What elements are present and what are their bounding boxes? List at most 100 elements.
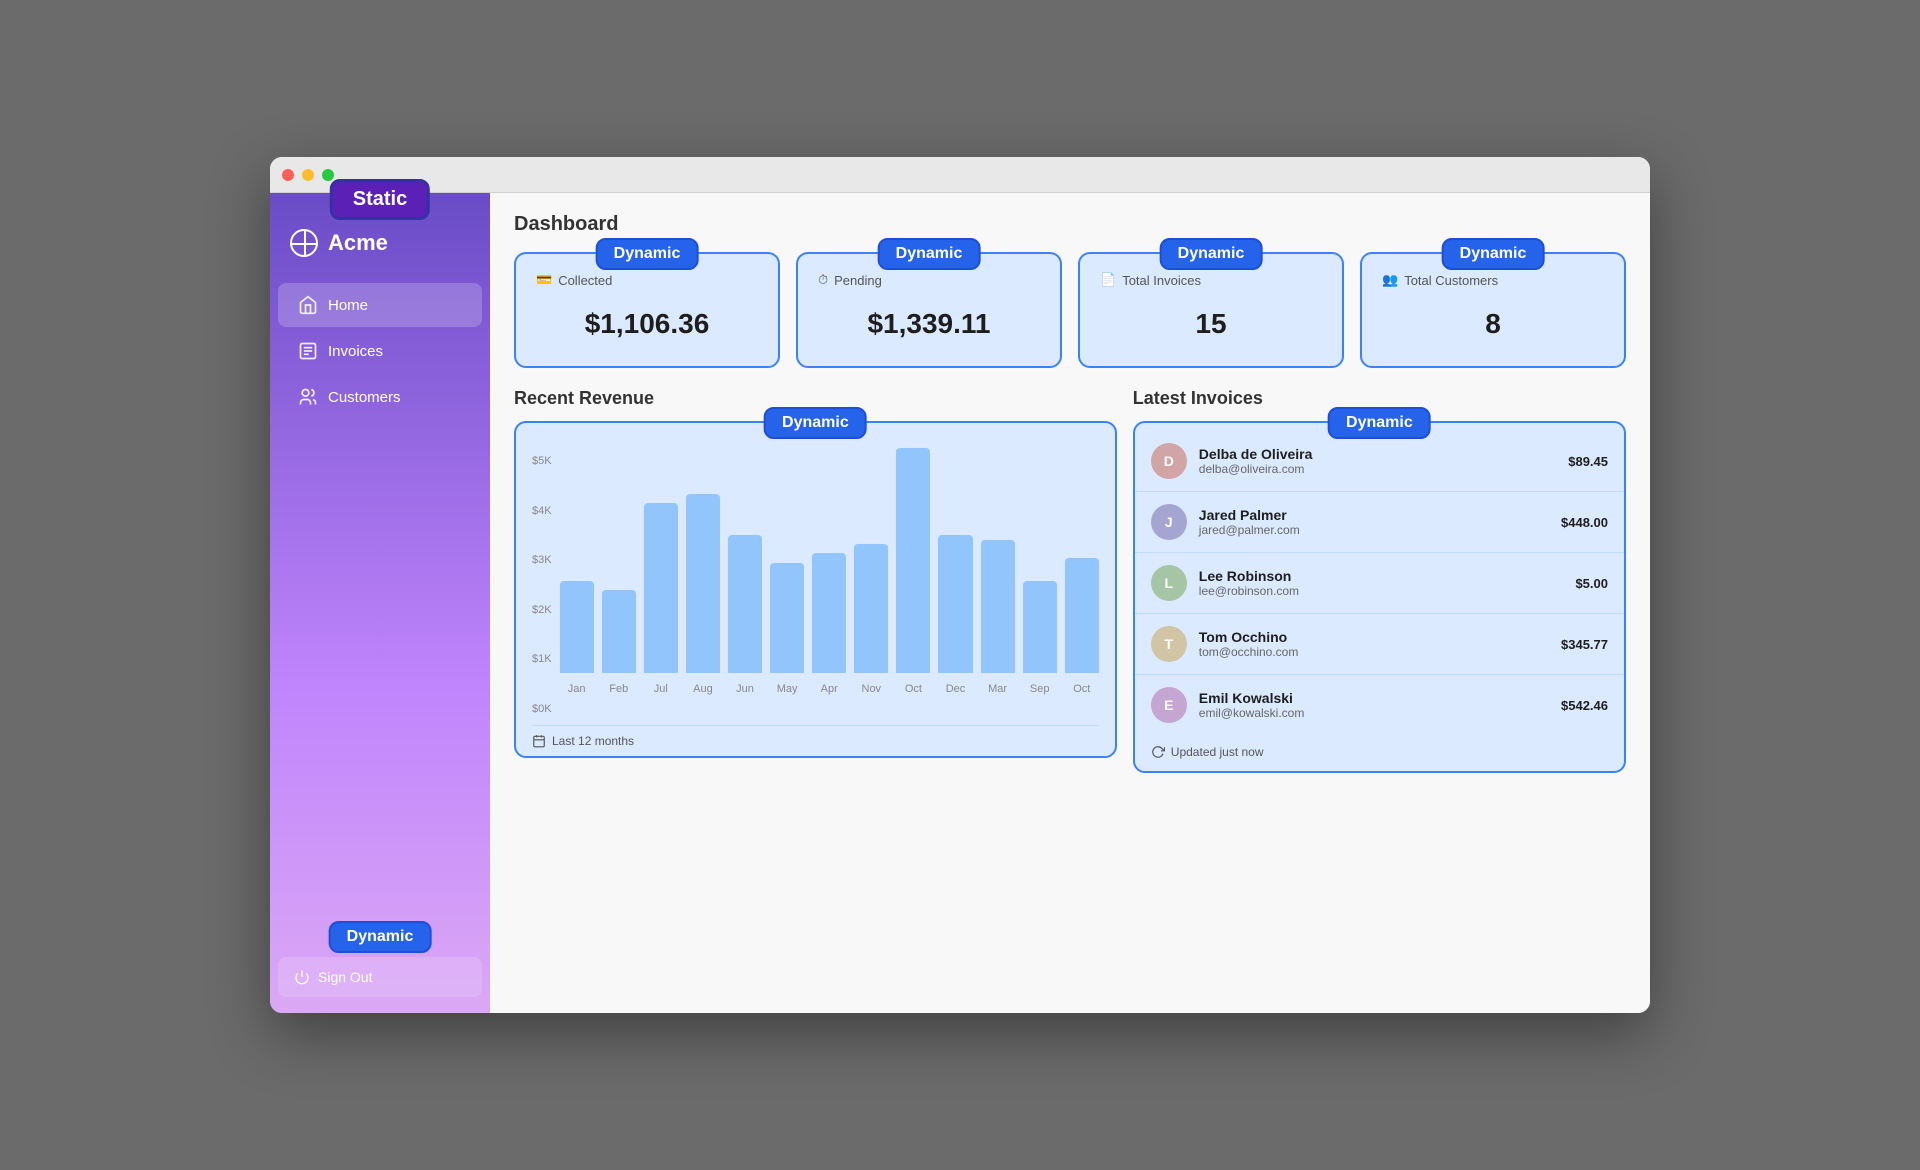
- bar-Sep[interactable]: [1023, 581, 1057, 673]
- bar-Aug[interactable]: [686, 494, 720, 673]
- bar-label-Dec: Dec: [946, 683, 966, 695]
- sidebar-item-home[interactable]: Home: [278, 283, 482, 327]
- bar-Oct[interactable]: [896, 448, 930, 673]
- customers-icon: [298, 387, 318, 407]
- sidebar-logo: Acme: [270, 213, 490, 281]
- bar-label-Feb: Feb: [609, 683, 628, 695]
- total-customers-label: 👥 Total Customers: [1382, 272, 1604, 288]
- invoice-amount-2: $5.00: [1575, 576, 1608, 591]
- collected-dynamic-badge: Dynamic: [596, 238, 699, 270]
- total-customers-value: 8: [1382, 300, 1604, 348]
- bar-group-Oct: Oct: [896, 448, 930, 695]
- invoice-email-0: delba@oliveira.com: [1199, 462, 1556, 476]
- invoice-amount-3: $345.77: [1561, 637, 1608, 652]
- bar-Nov[interactable]: [854, 544, 888, 673]
- minimize-button[interactable]: [302, 169, 314, 181]
- invoices-dynamic-badge: Dynamic: [1328, 407, 1431, 439]
- bar-Mar[interactable]: [981, 540, 1015, 673]
- y-label-1k: $1K: [532, 653, 552, 665]
- logo-text: Acme: [328, 230, 388, 256]
- invoice-info-0: Delba de Oliveira delba@oliveira.com: [1199, 446, 1556, 476]
- bar-group-Aug: Aug: [686, 494, 720, 695]
- y-label-2k: $2K: [532, 604, 552, 616]
- bar-Jun[interactable]: [728, 535, 762, 673]
- invoice-amount-0: $89.45: [1568, 454, 1608, 469]
- chart-card: Dynamic $5K $4K $3K $2K $1K $0K: [514, 421, 1117, 758]
- invoice-rows-container: D Delba de Oliveira delba@oliveira.com $…: [1135, 431, 1624, 735]
- sidebar: Static Acme Home: [270, 193, 490, 1013]
- sidebar-item-invoices[interactable]: Invoices: [278, 329, 482, 373]
- total-invoices-dynamic-badge: Dynamic: [1160, 238, 1263, 270]
- sidebar-item-customers[interactable]: Customers: [278, 375, 482, 419]
- customers-label: Customers: [328, 389, 401, 406]
- bar-Jan[interactable]: [560, 581, 594, 673]
- invoice-row-0: D Delba de Oliveira delba@oliveira.com $…: [1135, 431, 1624, 492]
- bar-label-Oct: Oct: [905, 683, 922, 695]
- calendar-icon: [532, 734, 546, 748]
- bar-group-May: May: [770, 563, 804, 695]
- collected-icon: 💳: [536, 272, 552, 288]
- globe-icon: [290, 229, 318, 257]
- y-label-0k: $0K: [532, 703, 552, 715]
- bar-Jul[interactable]: [644, 503, 678, 673]
- content-row: Recent Revenue Dynamic $5K $4K $3K $2K $…: [514, 388, 1626, 773]
- close-button[interactable]: [282, 169, 294, 181]
- bar-label-Sep: Sep: [1030, 683, 1050, 695]
- stat-card-collected: Dynamic 💳 Collected $1,106.36: [514, 252, 780, 368]
- static-badge: Static: [330, 179, 430, 220]
- invoice-info-1: Jared Palmer jared@palmer.com: [1199, 507, 1549, 537]
- bar-Apr[interactable]: [812, 553, 846, 673]
- sign-out-wrapper: Dynamic Sign Out: [278, 937, 482, 997]
- power-icon: [294, 969, 310, 985]
- bar-Dec[interactable]: [938, 535, 972, 673]
- bar-label-Mar: Mar: [988, 683, 1007, 695]
- y-label-4k: $4K: [532, 505, 552, 517]
- invoice-info-2: Lee Robinson lee@robinson.com: [1199, 568, 1564, 598]
- bar-label-Jul: Jul: [654, 683, 668, 695]
- avatar-1: J: [1151, 504, 1187, 540]
- avatar-3: T: [1151, 626, 1187, 662]
- home-label: Home: [328, 297, 368, 314]
- y-label-3k: $3K: [532, 554, 552, 566]
- home-icon: [298, 295, 318, 315]
- sign-out-button[interactable]: Sign Out: [278, 957, 482, 997]
- bar-group-Oct2: Oct: [1065, 558, 1099, 695]
- invoice-info-3: Tom Occhino tom@occhino.com: [1199, 629, 1549, 659]
- stat-card-pending: Dynamic ⏱ Pending $1,339.11: [796, 252, 1062, 368]
- invoice-row-4: E Emil Kowalski emil@kowalski.com $542.4…: [1135, 675, 1624, 735]
- maximize-button[interactable]: [322, 169, 334, 181]
- page-title: Dashboard: [514, 213, 1626, 236]
- chart-footer-text: Last 12 months: [552, 734, 634, 748]
- invoice-name-2: Lee Robinson: [1199, 568, 1564, 584]
- bar-Oct2[interactable]: [1065, 558, 1099, 673]
- invoice-amount-1: $448.00: [1561, 515, 1608, 530]
- y-label-5k: $5K: [532, 455, 552, 467]
- total-customers-dynamic-badge: Dynamic: [1442, 238, 1545, 270]
- bar-group-Jan: Jan: [560, 581, 594, 695]
- sign-out-label: Sign Out: [318, 969, 372, 985]
- bar-label-Jan: Jan: [568, 683, 586, 695]
- invoice-email-1: jared@palmer.com: [1199, 523, 1549, 537]
- total-invoices-label: 📄 Total Invoices: [1100, 272, 1322, 288]
- stats-row: Dynamic 💳 Collected $1,106.36 Dynamic ⏱ …: [514, 252, 1626, 368]
- bar-group-Dec: Dec: [938, 535, 972, 695]
- invoice-info-4: Emil Kowalski emil@kowalski.com: [1199, 690, 1549, 720]
- bar-group-Jul: Jul: [644, 503, 678, 695]
- avatar-4: E: [1151, 687, 1187, 723]
- chart-footer: Last 12 months: [532, 725, 1099, 748]
- bar-May[interactable]: [770, 563, 804, 673]
- sign-out-dynamic-badge: Dynamic: [329, 921, 432, 953]
- invoice-amount-4: $542.46: [1561, 698, 1608, 713]
- chart-y-labels: $5K $4K $3K $2K $1K $0K: [532, 455, 552, 715]
- chart-section-title: Recent Revenue: [514, 388, 1117, 409]
- bar-label-Apr: Apr: [821, 683, 838, 695]
- invoices-section: Latest Invoices Dynamic D Delba de Olive…: [1133, 388, 1626, 773]
- pending-value: $1,339.11: [818, 300, 1040, 348]
- bar-label-May: May: [777, 683, 798, 695]
- invoice-name-4: Emil Kowalski: [1199, 690, 1549, 706]
- app-window: Static Acme Home: [270, 157, 1650, 1013]
- bar-label-Aug: Aug: [693, 683, 713, 695]
- total-customers-icon: 👥: [1382, 272, 1398, 288]
- invoice-email-3: tom@occhino.com: [1199, 645, 1549, 659]
- bar-Feb[interactable]: [602, 590, 636, 673]
